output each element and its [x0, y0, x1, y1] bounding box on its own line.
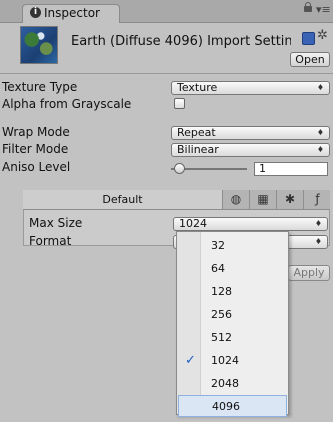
- flash-icon[interactable]: ƒ: [304, 190, 331, 209]
- asset-title: Earth (Diffuse 4096) Import Settings: [71, 34, 291, 49]
- earth-texture-thumbnail: [20, 26, 58, 64]
- tab-label: Inspector: [44, 6, 100, 20]
- lock-icon[interactable]: [304, 2, 312, 12]
- option-label: 256: [211, 308, 232, 321]
- max-size-label: Max Size: [29, 216, 83, 230]
- android-icon[interactable]: ✱: [277, 190, 304, 209]
- filter-mode-dropdown[interactable]: Bilinear ♦: [171, 143, 330, 157]
- tab-inspector[interactable]: i Inspector: [22, 4, 120, 23]
- dropdown-arrow-icon: ♦: [316, 145, 324, 154]
- aniso-level-slider-thumb[interactable]: [173, 163, 185, 174]
- apply-button[interactable]: Apply: [288, 265, 330, 281]
- option-label: 512: [211, 331, 232, 344]
- option-label: 32: [211, 239, 225, 252]
- max-size-option-256[interactable]: 256: [178, 304, 287, 326]
- texture-type-label: Texture Type: [2, 80, 78, 94]
- web-globe-icon[interactable]: ◍: [223, 190, 250, 209]
- max-size-dropdown-menu: 32 64 128 256 512 ✓ 1024 2048 4096: [176, 231, 289, 417]
- option-label: 2048: [211, 377, 239, 390]
- alpha-from-grayscale-label: Alpha from Grayscale: [2, 97, 132, 111]
- max-size-option-64[interactable]: 64: [178, 258, 287, 280]
- wrap-mode-label: Wrap Mode: [2, 125, 70, 139]
- max-size-dropdown[interactable]: 1024 ♦: [173, 217, 328, 231]
- max-size-option-512[interactable]: 512: [178, 327, 287, 349]
- help-icon[interactable]: [302, 32, 315, 45]
- dropdown-arrow-icon: ♦: [314, 237, 322, 246]
- wrap-mode-value: Repeat: [177, 126, 216, 139]
- platform-tabs: Default ◍ ▦ ✱ ƒ: [23, 190, 330, 210]
- option-label: 4096: [212, 400, 240, 413]
- max-size-option-4096[interactable]: 4096: [178, 395, 287, 417]
- texture-type-value: Texture: [177, 81, 218, 94]
- info-icon: i: [30, 7, 41, 18]
- tab-menu-icon[interactable]: ▾≡: [316, 3, 331, 16]
- option-label: 128: [211, 285, 232, 298]
- aniso-level-field[interactable]: 1: [254, 162, 328, 176]
- format-label: Format: [29, 234, 72, 248]
- header-divider: [0, 73, 333, 74]
- max-size-option-128[interactable]: 128: [178, 281, 287, 303]
- settings-icon[interactable]: ✲: [317, 28, 328, 43]
- filter-mode-label: Filter Mode: [2, 142, 69, 156]
- dropdown-arrow-icon: ♦: [316, 83, 324, 92]
- texture-type-dropdown[interactable]: Texture ♦: [171, 81, 330, 95]
- tab-default[interactable]: Default: [23, 190, 223, 209]
- windows-store-icon[interactable]: ▦: [250, 190, 277, 209]
- open-button[interactable]: Open: [290, 52, 330, 67]
- max-size-option-2048[interactable]: 2048: [178, 373, 287, 395]
- option-label: 64: [211, 262, 225, 275]
- filter-mode-value: Bilinear: [177, 143, 219, 156]
- max-size-option-32[interactable]: 32: [178, 235, 287, 257]
- alpha-from-grayscale-checkbox[interactable]: [174, 98, 185, 109]
- dropdown-arrow-icon: ♦: [316, 128, 324, 137]
- dropdown-arrow-icon: ♦: [314, 219, 322, 228]
- checkmark-icon: ✓: [185, 353, 196, 368]
- option-label: 1024: [211, 354, 239, 367]
- max-size-value: 1024: [179, 217, 207, 230]
- aniso-level-label: Aniso Level: [2, 160, 71, 174]
- wrap-mode-dropdown[interactable]: Repeat ♦: [171, 126, 330, 140]
- max-size-option-1024[interactable]: ✓ 1024: [178, 350, 287, 372]
